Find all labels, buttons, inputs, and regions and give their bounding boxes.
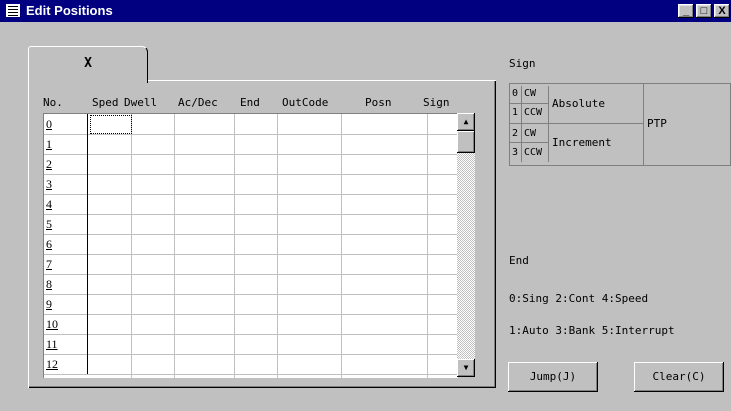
row-number: 10 (44, 314, 88, 334)
row-number: 11 (44, 334, 88, 354)
table-row[interactable]: 1 (44, 134, 458, 155)
sign-legend-table: 0 CW 1 CCW 2 CW 3 CCW Absolute Increment… (509, 83, 731, 166)
row-number: 12 (44, 354, 88, 374)
table-row[interactable]: 8 (44, 274, 458, 295)
column-header-acdec: Ac/Dec (178, 96, 218, 109)
row-number: 6 (44, 234, 88, 254)
sign-direction: CCW (524, 147, 543, 158)
scroll-thumb[interactable] (457, 131, 475, 153)
column-header-sped: Sped (92, 96, 119, 109)
end-heading: End (509, 254, 529, 267)
row-number: 3 (44, 174, 88, 194)
sign-absolute-label: Absolute (552, 97, 605, 110)
end-codes-line-2: 1:Auto 3:Bank 5:Interrupt (509, 324, 675, 337)
maximize-button[interactable]: □ (696, 4, 712, 18)
vertical-scrollbar[interactable]: ▲ ▼ (457, 113, 475, 377)
row-number: 4 (44, 194, 88, 214)
table-row[interactable]: 10 (44, 314, 458, 335)
window-title: Edit Positions (26, 3, 113, 18)
row-number: 8 (44, 274, 88, 294)
title-bar: Edit Positions _ □ X (0, 0, 731, 22)
sign-mode-label: PTP (647, 117, 667, 130)
table-row[interactable]: 5 (44, 214, 458, 235)
table-row[interactable]: 0 (44, 114, 458, 135)
column-header-end: End (240, 96, 260, 109)
table-row[interactable]: 2 (44, 154, 458, 175)
positions-grid[interactable]: 0 1 2 3 4 5 6 7 8 9 10 11 12 (43, 113, 458, 378)
sign-direction: CW (524, 128, 537, 139)
column-header-dwell: Dwell (124, 96, 158, 109)
focused-cell[interactable] (90, 115, 132, 134)
table-row[interactable]: 3 (44, 174, 458, 195)
triangle-up-icon: ▲ (463, 117, 469, 126)
sign-increment-label: Increment (552, 136, 612, 149)
tab-label: X (84, 56, 92, 71)
scroll-down-button[interactable]: ▼ (457, 359, 475, 377)
column-header-no: No. (43, 96, 63, 109)
row-number: 1 (44, 134, 88, 154)
column-header-sign: Sign (423, 96, 450, 109)
sign-code: 1 (512, 107, 519, 118)
scroll-up-button[interactable]: ▲ (457, 113, 475, 131)
sign-code: 2 (512, 128, 519, 139)
table-row[interactable]: 6 (44, 234, 458, 255)
clear-button[interactable]: Clear(C) (634, 362, 724, 392)
table-row[interactable]: 9 (44, 294, 458, 315)
window-menu-icon[interactable] (6, 4, 20, 17)
jump-button[interactable]: Jump(J) (508, 362, 598, 392)
close-button[interactable]: X (714, 4, 730, 18)
row-number: 5 (44, 214, 88, 234)
column-header-outcode: OutCode (282, 96, 329, 109)
sign-direction: CW (524, 88, 537, 99)
tab-x[interactable]: X (28, 46, 148, 83)
column-header-posn: Posn (365, 96, 392, 109)
sign-code: 3 (512, 147, 519, 158)
row-number: 2 (44, 154, 88, 174)
end-codes-line-1: 0:Sing 2:Cont 4:Speed (509, 292, 649, 305)
minimize-button[interactable]: _ (678, 4, 694, 18)
row-number: 7 (44, 254, 88, 274)
sign-code: 0 (512, 88, 519, 99)
row-number: 0 (44, 114, 88, 134)
table-row[interactable]: 11 (44, 334, 458, 355)
sign-direction: CCW (524, 107, 543, 118)
table-row[interactable]: 7 (44, 254, 458, 275)
table-row[interactable]: 12 (44, 354, 458, 375)
triangle-down-icon: ▼ (463, 363, 469, 372)
table-row[interactable]: 4 (44, 194, 458, 215)
sign-heading: Sign (509, 57, 536, 70)
row-number: 9 (44, 294, 88, 314)
